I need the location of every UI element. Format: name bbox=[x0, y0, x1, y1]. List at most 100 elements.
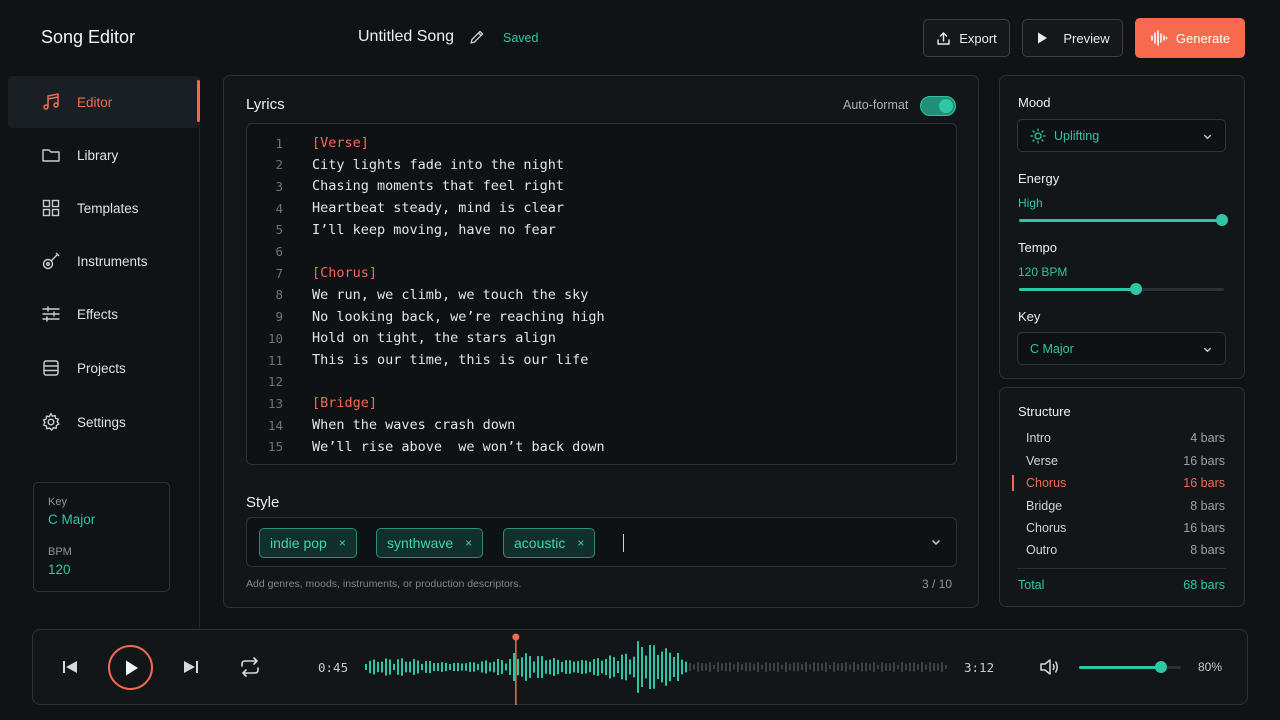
waveform-bar bbox=[397, 659, 399, 675]
waveform-bar bbox=[561, 661, 563, 673]
lyric-line[interactable]: 8 We run, we climb, we touch the sky bbox=[247, 285, 588, 305]
structure-row[interactable]: Intro 4 bars bbox=[1026, 431, 1225, 445]
waveform-bar bbox=[545, 660, 547, 674]
lyric-line[interactable]: 13 [Bridge] bbox=[247, 393, 377, 413]
volume-icon[interactable] bbox=[1039, 657, 1061, 677]
lyric-text: When the waves crash down bbox=[312, 417, 516, 434]
energy-slider[interactable] bbox=[1019, 214, 1228, 226]
energy-label: Energy bbox=[1018, 171, 1060, 186]
volume-slider[interactable] bbox=[1079, 661, 1181, 673]
lyric-line[interactable]: 10 Hold on tight, the stars align bbox=[247, 328, 556, 348]
tempo-slider[interactable] bbox=[1019, 283, 1224, 295]
export-button[interactable]: Export bbox=[923, 19, 1010, 57]
waveform-bar bbox=[601, 660, 603, 674]
waveform-bar bbox=[761, 664, 763, 670]
lyric-line[interactable]: 12 bbox=[247, 372, 283, 392]
key-select[interactable]: C Major bbox=[1017, 332, 1226, 365]
structure-row[interactable]: Chorus 16 bars bbox=[1026, 521, 1225, 535]
waveform-bar bbox=[437, 662, 439, 672]
waveform-bar bbox=[921, 662, 923, 672]
lyric-text: Heartbeat steady, mind is clear bbox=[312, 200, 564, 217]
lyric-text: No looking back, we’re reaching high bbox=[312, 308, 605, 325]
structure-row-active[interactable]: Chorus 16 bars bbox=[1026, 476, 1225, 490]
remove-tag-icon[interactable]: × bbox=[465, 536, 472, 550]
waveform-bar bbox=[877, 664, 879, 670]
style-tag[interactable]: synthwave × bbox=[376, 528, 484, 558]
lyric-line[interactable]: 3 Chasing moments that feel right bbox=[247, 176, 564, 196]
style-tag[interactable]: acoustic × bbox=[503, 528, 596, 558]
style-tag[interactable]: indie pop × bbox=[259, 528, 357, 558]
preview-button[interactable]: Preview bbox=[1022, 19, 1123, 57]
tempo-label: Tempo bbox=[1018, 240, 1058, 255]
waveform-bar bbox=[409, 661, 411, 673]
waveform-bar bbox=[905, 663, 907, 671]
structure-row[interactable]: Verse 16 bars bbox=[1026, 454, 1225, 468]
sidebar-item-instruments[interactable]: Instruments bbox=[8, 235, 200, 287]
waveform-bar bbox=[917, 664, 919, 670]
chevron-down-icon[interactable] bbox=[930, 536, 942, 548]
sidebar-item-effects[interactable]: Effects bbox=[8, 288, 200, 340]
lyric-line[interactable]: 1 [Verse] bbox=[247, 133, 368, 153]
mood-value: Uplifting bbox=[1054, 128, 1100, 143]
waveform-bar bbox=[709, 662, 711, 672]
sidebar-item-settings[interactable]: Settings bbox=[8, 396, 200, 448]
slider-thumb[interactable] bbox=[1154, 661, 1167, 673]
play-button[interactable] bbox=[108, 645, 153, 690]
energy-value: High bbox=[1018, 196, 1043, 210]
waveform-bar bbox=[649, 644, 651, 690]
section-bars: 16 bars bbox=[1183, 476, 1225, 490]
lyrics-editor[interactable]: 1 [Verse] 2 City lights fade into the night… bbox=[246, 123, 957, 465]
slider-thumb[interactable] bbox=[1129, 283, 1142, 295]
sidebar-item-templates[interactable]: Templates bbox=[8, 182, 200, 234]
app-title: Song Editor bbox=[41, 27, 136, 47]
lyric-line[interactable]: 6 bbox=[247, 242, 283, 262]
lyric-line[interactable]: 14 When the waves crash down bbox=[247, 415, 515, 435]
structure-row[interactable]: Outro 8 bars bbox=[1026, 543, 1225, 557]
waveform-bar bbox=[805, 662, 807, 672]
waveform-bar bbox=[597, 658, 599, 676]
line-number: 9 bbox=[275, 309, 283, 325]
waveform-bar bbox=[369, 660, 371, 674]
waveform-bar bbox=[933, 662, 935, 672]
lyric-text: I’ll keep moving, have no fear bbox=[312, 221, 556, 238]
lyric-text: City lights fade into the night bbox=[312, 156, 564, 173]
skip-forward-icon[interactable] bbox=[182, 659, 200, 675]
autoformat-toggle[interactable] bbox=[920, 96, 956, 116]
line-number: 1 bbox=[275, 135, 283, 151]
lyric-line[interactable]: 2 City lights fade into the night bbox=[247, 155, 564, 175]
bpm-label: BPM bbox=[48, 546, 72, 558]
stack-icon bbox=[41, 358, 61, 378]
line-number: 5 bbox=[275, 222, 283, 238]
line-number: 12 bbox=[267, 374, 283, 390]
slider-thumb[interactable] bbox=[1216, 214, 1228, 226]
mood-select[interactable]: Uplifting bbox=[1017, 119, 1226, 152]
sidebar-item-editor[interactable]: Editor bbox=[8, 76, 200, 128]
waveform-bar bbox=[529, 656, 531, 678]
song-title[interactable]: Untitled Song bbox=[358, 28, 454, 46]
lyric-line[interactable]: 5 I’ll keep moving, have no fear bbox=[247, 220, 555, 240]
waveform-bar bbox=[581, 660, 583, 674]
sidebar-item-library[interactable]: Library bbox=[8, 129, 200, 181]
remove-tag-icon[interactable]: × bbox=[339, 536, 346, 550]
generate-button[interactable]: Generate bbox=[1135, 18, 1245, 58]
repeat-icon[interactable] bbox=[239, 657, 261, 677]
waveform-bar bbox=[837, 663, 839, 671]
waveform-bar bbox=[897, 664, 899, 670]
lyric-line[interactable]: 7 [Chorus] bbox=[247, 263, 377, 283]
remove-tag-icon[interactable]: × bbox=[577, 536, 584, 550]
waveform-scrubber[interactable] bbox=[364, 631, 948, 705]
waveform-bar bbox=[617, 660, 619, 674]
waveform-bar bbox=[773, 663, 775, 671]
lyric-line[interactable]: 15 We’ll rise above we won’t back down bbox=[247, 437, 605, 457]
lyric-line[interactable]: 4 Heartbeat steady, mind is clear bbox=[247, 198, 564, 218]
structure-row[interactable]: Bridge 8 bars bbox=[1026, 499, 1225, 513]
style-tag-input[interactable]: indie pop × synthwave × acoustic × bbox=[246, 517, 957, 567]
waveform-bar bbox=[645, 655, 647, 679]
sidebar-item-projects[interactable]: Projects bbox=[8, 342, 200, 394]
pencil-icon[interactable] bbox=[469, 29, 485, 45]
playhead-handle[interactable] bbox=[512, 633, 520, 641]
skip-back-icon[interactable] bbox=[61, 659, 79, 675]
lyric-line[interactable]: 11 This is our time, this is our life bbox=[247, 350, 588, 370]
lyric-line[interactable]: 9 No looking back, we’re reaching high bbox=[247, 307, 604, 327]
waveform-bar bbox=[389, 659, 391, 675]
